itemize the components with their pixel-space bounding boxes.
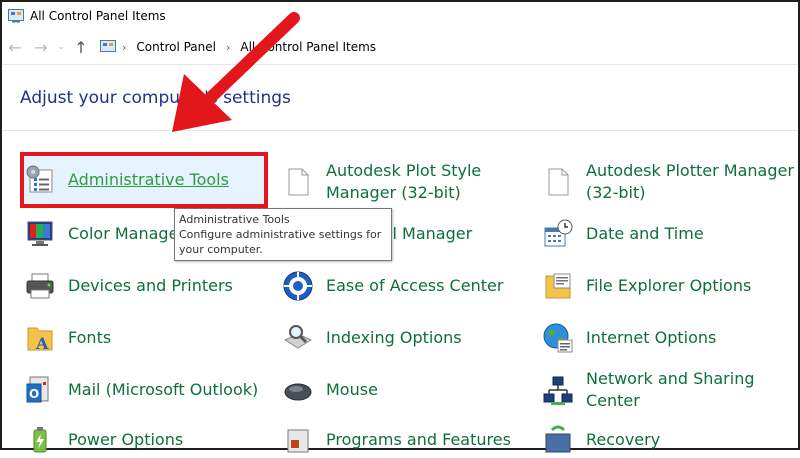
- item-label[interactable]: Programs and Features: [326, 429, 511, 451]
- arrow-left-icon: ←: [8, 37, 22, 57]
- control-panel-icon: [100, 40, 116, 52]
- item-label[interactable]: Devices and Printers: [68, 275, 233, 297]
- item-label[interactable]: Internet Options: [586, 327, 716, 349]
- tooltip-body: Configure administrative settings for yo…: [179, 228, 382, 256]
- programs-icon: [280, 422, 316, 458]
- window-title: All Control Panel Items: [30, 9, 166, 23]
- item-date-and-time[interactable]: Date and Time: [540, 216, 704, 252]
- item-autodesk-plot-style-manager[interactable]: Autodesk Plot Style Manager (32-bit): [280, 160, 481, 204]
- power-icon: [22, 422, 58, 458]
- fonts-folder-icon: A: [22, 320, 58, 356]
- tooltip: Administrative Tools Configure administr…: [174, 208, 392, 261]
- chevron-down-icon: ⌄: [57, 42, 65, 52]
- calendar-clock-icon: [540, 216, 576, 252]
- item-label-line1[interactable]: Autodesk Plot Style: [326, 160, 481, 182]
- item-mail[interactable]: O Mail (Microsoft Outlook): [22, 372, 258, 408]
- dropdown-recent-button[interactable]: ⌄: [54, 34, 68, 60]
- divider: [2, 130, 798, 131]
- annotation-arrow-icon: [172, 12, 300, 132]
- item-color-management[interactable]: Color Manage: [22, 216, 178, 252]
- item-label-line1[interactable]: Network and Sharing: [586, 368, 755, 390]
- svg-text:O: O: [29, 387, 39, 401]
- arrow-right-icon: →: [34, 37, 48, 57]
- file-icon: [280, 164, 316, 200]
- item-label[interactable]: Mouse: [326, 379, 378, 401]
- item-ease-of-access-center[interactable]: Ease of Access Center: [280, 268, 503, 304]
- network-icon: [540, 372, 576, 408]
- printer-icon: [22, 268, 58, 304]
- item-administrative-tools[interactable]: Administrative Tools: [22, 162, 229, 198]
- item-programs-and-features[interactable]: Programs and Features: [280, 422, 511, 458]
- arrow-up-icon: ↑: [74, 37, 88, 57]
- item-fonts[interactable]: A Fonts: [22, 320, 111, 356]
- breadcrumb-separator-icon: ›: [122, 40, 127, 54]
- item-label-line2[interactable]: Manager (32-bit): [326, 182, 481, 204]
- item-label-line1[interactable]: Autodesk Plotter Manager: [586, 160, 794, 182]
- item-label[interactable]: Recovery: [586, 429, 660, 451]
- item-label[interactable]: Ease of Access Center: [326, 275, 503, 297]
- item-file-explorer-options[interactable]: File Explorer Options: [540, 268, 751, 304]
- navigation-bar: ← → ⌄ ↑ › Control Panel › All Control Pa…: [2, 30, 798, 64]
- up-button[interactable]: ↑: [68, 34, 94, 60]
- file-icon: [540, 164, 576, 200]
- item-label[interactable]: Color Manage: [68, 223, 178, 245]
- tooltip-title: Administrative Tools: [179, 213, 290, 226]
- divider: [2, 64, 798, 65]
- item-indexing-options[interactable]: Indexing Options: [280, 320, 462, 356]
- forward-button[interactable]: →: [28, 34, 54, 60]
- item-power-options[interactable]: Power Options: [22, 422, 183, 458]
- back-button[interactable]: ←: [2, 34, 28, 60]
- item-label[interactable]: Indexing Options: [326, 327, 462, 349]
- ease-of-access-icon: [280, 268, 316, 304]
- item-label[interactable]: Mail (Microsoft Outlook): [68, 379, 258, 401]
- item-internet-options[interactable]: Internet Options: [540, 320, 716, 356]
- mail-icon: O: [22, 372, 58, 408]
- item-autodesk-plotter-manager[interactable]: Autodesk Plotter Manager (32-bit): [540, 160, 794, 204]
- item-devices-and-printers[interactable]: Devices and Printers: [22, 268, 233, 304]
- title-bar: All Control Panel Items: [2, 2, 798, 30]
- item-label-line2[interactable]: (32-bit): [586, 182, 794, 204]
- item-recovery[interactable]: Recovery: [540, 422, 660, 458]
- folder-options-icon: [540, 268, 576, 304]
- admin-tools-icon: [22, 162, 58, 198]
- color-management-icon: [22, 216, 58, 252]
- item-label-line2[interactable]: Center: [586, 390, 755, 412]
- item-label[interactable]: Administrative Tools: [68, 169, 229, 191]
- svg-text:A: A: [35, 334, 49, 353]
- item-label[interactable]: File Explorer Options: [586, 275, 751, 297]
- item-network-and-sharing-center[interactable]: Network and Sharing Center: [540, 368, 755, 412]
- control-panel-icon: [8, 9, 24, 23]
- globe-icon: [540, 320, 576, 356]
- item-mouse[interactable]: Mouse: [280, 372, 378, 408]
- mouse-icon: [280, 372, 316, 408]
- item-label[interactable]: Power Options: [68, 429, 183, 451]
- item-label[interactable]: Date and Time: [586, 223, 704, 245]
- indexing-icon: [280, 320, 316, 356]
- item-label[interactable]: Fonts: [68, 327, 111, 349]
- recovery-icon: [540, 422, 576, 458]
